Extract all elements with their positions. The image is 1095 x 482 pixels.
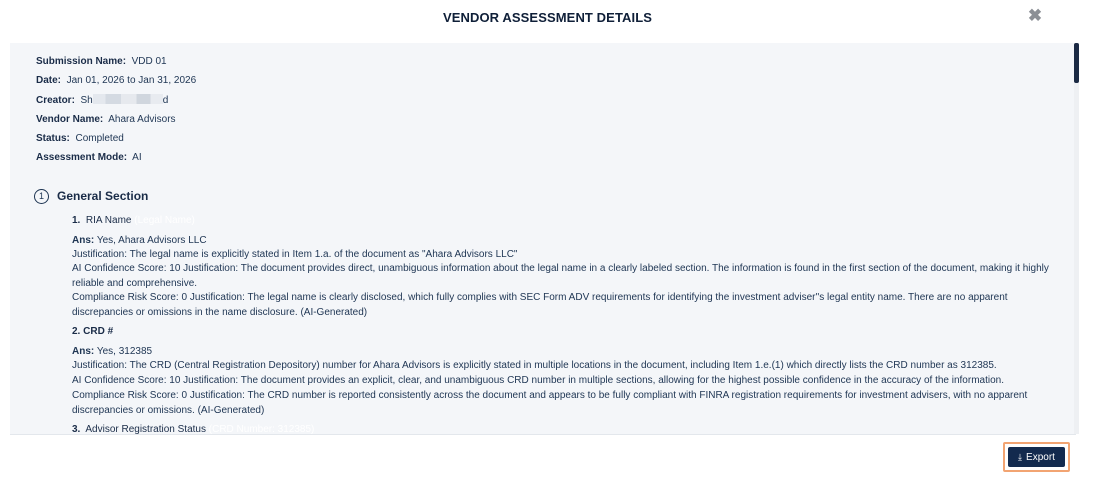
answer-label: Ans: <box>72 346 95 357</box>
status-row: Status: Completed <box>36 133 124 144</box>
creator-value-suffix: d <box>162 95 169 106</box>
question-number: 3. <box>72 424 81 435</box>
submission-name-row: Submission Name: VDD 01 <box>36 56 167 67</box>
section-number-badge: 1 <box>34 189 49 204</box>
answer-value: Yes, Ahara Advisors LLC <box>96 235 207 246</box>
section-title: General Section <box>57 189 149 203</box>
question-2-answer: Ans: Yes, 312385 <box>72 346 152 357</box>
assessment-mode-value: AI <box>132 152 142 163</box>
creator-row: Creator: Sh d <box>36 94 168 106</box>
scrollbar-thumb[interactable] <box>1074 43 1079 83</box>
assessment-mode-row: Assessment Mode: AI <box>36 152 142 163</box>
creator-value-prefix: Sh <box>80 95 93 106</box>
question-2-compliance-risk: Compliance Risk Score: 0 Justification: … <box>72 390 1028 416</box>
question-hint: (CRD Number: 312385) <box>208 424 315 435</box>
submission-name-value: VDD 01 <box>131 56 167 67</box>
question-1-answer: Ans: Yes, Ahara Advisors LLC <box>72 235 207 246</box>
date-row: Date: Jan 01, 2026 to Jan 31, 2026 <box>36 75 196 86</box>
status-value: Completed <box>75 133 124 144</box>
scrollbar-track[interactable] <box>1074 43 1079 434</box>
vendor-name-label: Vendor Name: <box>36 114 104 125</box>
question-number: 1. <box>72 215 81 226</box>
answer-value: Yes, 312385 <box>96 346 153 357</box>
question-2-justification: Justification: The CRD (Central Registra… <box>72 360 997 371</box>
date-value: Jan 01, 2026 to Jan 31, 2026 <box>66 75 197 86</box>
question-2-title: 2. CRD # <box>72 326 113 337</box>
vendor-name-value: Ahara Advisors <box>108 114 176 125</box>
question-1-title: 1. RIA Name (Legal Name) <box>72 215 195 226</box>
redacted-creator-name <box>92 94 163 104</box>
question-label: Advisor Registration Status <box>85 424 206 435</box>
answer-label: Ans: <box>72 235 95 246</box>
submission-name-label: Submission Name: <box>36 56 127 67</box>
question-label: RIA Name <box>85 215 132 226</box>
modal-header: VENDOR ASSESSMENT DETAILS ✖ <box>0 0 1095 36</box>
question-2-ai-confidence: AI Confidence Score: 10 Justification: T… <box>72 375 1004 386</box>
question-3-title: 3. Advisor Registration Status (CRD Numb… <box>72 424 315 435</box>
assessment-mode-label: Assessment Mode: <box>36 152 128 163</box>
status-label: Status: <box>36 133 70 144</box>
close-icon[interactable]: ✖ <box>1027 7 1043 24</box>
question-1-ai-confidence: AI Confidence Score: 10 Justification: T… <box>72 263 1049 289</box>
download-icon: ⤓ <box>1018 452 1023 462</box>
export-label: Export <box>1026 452 1055 463</box>
export-button[interactable]: ⤓ Export <box>1008 447 1065 467</box>
question-1-compliance-risk: Compliance Risk Score: 0 Justification: … <box>72 292 1008 318</box>
question-1-justification: Justification: The legal name is explici… <box>72 249 518 260</box>
question-label: CRD # <box>83 326 114 337</box>
export-button-focus-ring: ⤓ Export <box>1003 442 1070 472</box>
creator-label: Creator: <box>36 95 75 106</box>
vendor-name-row: Vendor Name: Ahara Advisors <box>36 114 176 125</box>
question-number: 2. <box>72 326 81 337</box>
date-label: Date: <box>36 75 62 86</box>
question-hint: (Legal Name) <box>134 215 195 226</box>
assessment-content-panel[interactable]: Submission Name: VDD 01 Date: Jan 01, 20… <box>10 43 1076 435</box>
modal-title: VENDOR ASSESSMENT DETAILS <box>442 10 653 25</box>
